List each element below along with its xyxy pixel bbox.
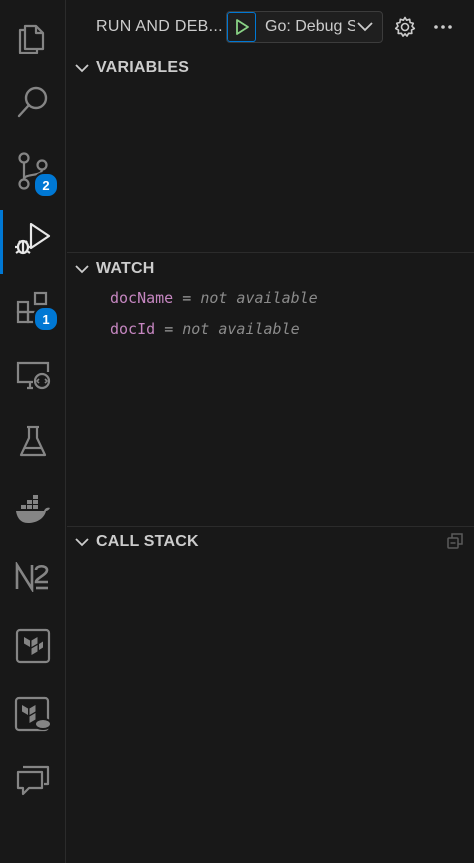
terraform-icon: [15, 628, 51, 664]
variables-section-label: VARIABLES: [96, 59, 190, 76]
search-icon: [17, 86, 48, 118]
watch-section-header[interactable]: WATCH: [67, 255, 474, 283]
run-debug-icon: [15, 222, 51, 255]
activity-remote-explorer[interactable]: [0, 343, 66, 407]
variables-section-body: [67, 82, 474, 252]
activity-testing[interactable]: [0, 410, 66, 474]
n2-icon: [15, 562, 49, 592]
watch-expression-value: not available: [182, 320, 300, 338]
activity-source-control[interactable]: 2: [0, 139, 66, 203]
variables-section-header[interactable]: VARIABLES: [67, 54, 474, 82]
start-debugging-button[interactable]: [227, 12, 256, 42]
more-actions-button[interactable]: [431, 15, 455, 39]
testing-flask-icon: [19, 425, 47, 457]
activity-terraform[interactable]: [0, 614, 66, 678]
activity-comments[interactable]: [0, 748, 66, 812]
activity-docker[interactable]: [0, 478, 66, 542]
chevron-down-icon: [75, 265, 89, 274]
call-stack-section-header[interactable]: CALL STACK: [67, 528, 474, 556]
activity-run-debug[interactable]: [0, 206, 66, 274]
section-divider[interactable]: [67, 252, 474, 253]
panel-title: RUN AND DEB...: [96, 18, 223, 35]
watch-expression-name: docId: [110, 320, 156, 338]
play-icon: [235, 19, 249, 35]
terraform-cloud-icon: [14, 696, 52, 732]
call-stack-section-label: CALL STACK: [96, 533, 199, 550]
activity-explorer[interactable]: [0, 4, 66, 68]
open-launch-json-button[interactable]: [393, 15, 417, 39]
comments-icon: [16, 765, 50, 796]
chevron-down-icon: [75, 64, 89, 73]
activity-bar: 2 1: [0, 0, 66, 863]
files-icon: [18, 24, 45, 54]
run-debug-panel: RUN AND DEB... Go: Debug S VARIABLES WAT…: [67, 0, 474, 863]
watch-expression-equals: =: [164, 320, 174, 338]
section-divider[interactable]: [67, 526, 474, 527]
docker-whale-icon: [16, 495, 50, 523]
launch-config-dropdown[interactable]: Go: Debug S: [226, 11, 383, 43]
activity-terraform-cloud[interactable]: [0, 682, 66, 746]
launch-config-label: Go: Debug S: [265, 18, 355, 35]
watch-expression-item[interactable]: docName = not available: [110, 289, 318, 307]
gear-icon: [394, 16, 416, 37]
activity-n2[interactable]: [0, 545, 66, 609]
source-control-badge: 2: [33, 172, 59, 198]
extensions-badge: 1: [33, 306, 59, 332]
watch-expression-value: not available: [200, 289, 318, 307]
remote-explorer-icon: [16, 361, 51, 390]
vscode-window: 2 1 RUN AND DEB... Go: Debug S VARIABLES…: [0, 0, 474, 863]
activity-search[interactable]: [0, 70, 66, 134]
watch-expression-item[interactable]: docId = not available: [110, 320, 300, 338]
watch-section-label: WATCH: [96, 260, 155, 277]
watch-expression-name: docName: [110, 289, 174, 307]
watch-expression-equals: =: [182, 289, 192, 307]
collapse-all-icon[interactable]: [446, 532, 464, 550]
chevron-down-icon: [75, 538, 89, 547]
chevron-down-icon: [357, 22, 373, 32]
activity-extensions[interactable]: 1: [0, 276, 66, 340]
panel-toolbar: RUN AND DEB... Go: Debug S: [67, 0, 474, 54]
ellipsis-icon: [434, 25, 452, 29]
